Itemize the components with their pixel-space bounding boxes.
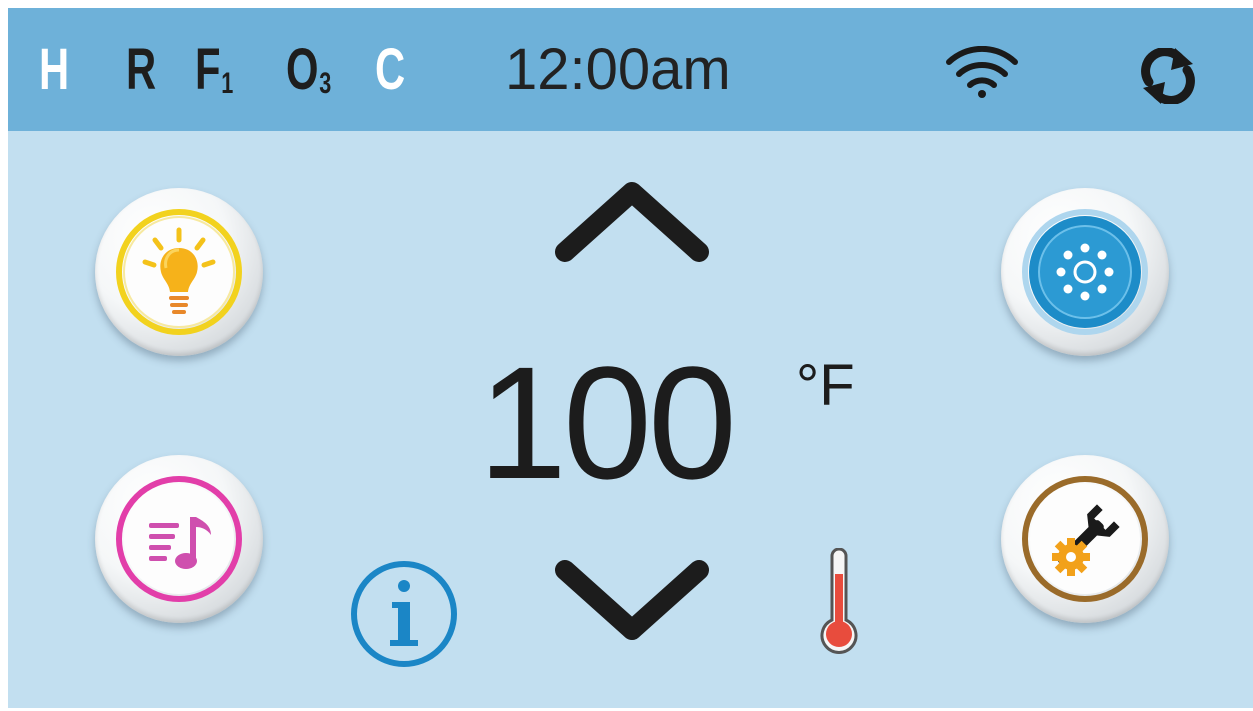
music-icon — [116, 476, 242, 602]
thermometer-icon — [820, 548, 858, 654]
clock: 12:00am — [505, 37, 731, 102]
temperature-up-arrow[interactable] — [551, 178, 713, 266]
settings-button[interactable] — [1001, 455, 1169, 623]
sync-icon[interactable] — [1137, 48, 1199, 104]
info-icon[interactable] — [348, 558, 460, 670]
indicator-h: H — [39, 37, 69, 102]
indicator-o3: O3 — [286, 37, 331, 102]
wifi-icon — [946, 46, 1018, 98]
spa-control-screen: H R F1 O3 C 12:00am 100 °F — [8, 8, 1253, 708]
temperature-unit: °F — [796, 353, 855, 418]
light-button[interactable] — [95, 188, 263, 356]
status-bar: H R F1 O3 C 12:00am — [8, 8, 1253, 131]
indicator-f1: F1 — [195, 37, 233, 102]
music-button[interactable] — [95, 455, 263, 623]
light-icon — [116, 209, 242, 335]
settings-icon — [1022, 476, 1148, 602]
indicator-c: C — [375, 37, 405, 102]
temperature-down-arrow[interactable] — [551, 556, 713, 644]
jets-button[interactable] — [1001, 188, 1169, 356]
jets-icon — [1022, 209, 1148, 335]
temperature-value: 100 — [478, 333, 737, 512]
indicator-r: R — [126, 37, 156, 102]
